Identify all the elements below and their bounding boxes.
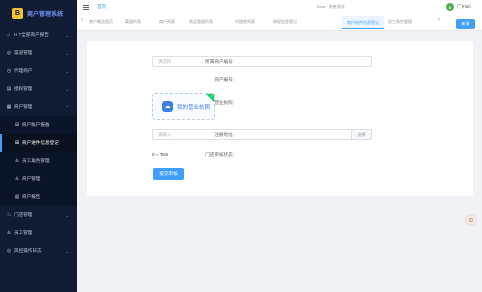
sidebar-item-icon: ♙ <box>14 158 20 164</box>
brand[interactable]: B 商户管理系统 <box>0 0 77 26</box>
sidebar-item[interactable]: ◎ 风控操作日志 ⌄ <box>0 242 77 260</box>
status-label: 门店审核状态: <box>205 152 234 157</box>
image-label: 营业执照: <box>214 100 234 105</box>
reg-append-button[interactable]: 选择 <box>351 130 371 139</box>
form-card: 所属商户编号: 请选择 ⌄ 商户编号: 营业执照: ☁ 我的营业执照 ✓ 注册地… <box>87 41 473 196</box>
sidebar-item[interactable]: ▦ 商户管理 ⌃ <box>0 98 77 116</box>
sidebar-item-label: 商户报告 <box>22 194 41 199</box>
sidebar-item-label: 商户账户报备 <box>22 122 50 127</box>
sidebar-item-label: 授权管理 <box>14 86 33 91</box>
sidebar-item-label: 代理商户 <box>14 68 33 73</box>
sidebar-item[interactable]: ♘ 门店管理 ⌄ <box>0 206 77 224</box>
submit-button[interactable]: 提交审核 <box>153 168 184 180</box>
sidebar-item-label: 员工管理 <box>14 230 33 235</box>
chevron-icon: ⌄ <box>65 50 69 56</box>
tags-action-button[interactable]: 新增 <box>456 19 475 29</box>
sidebar-item[interactable]: ⊞ 商户账户报备 <box>0 116 77 134</box>
merchant-placeholder: 请选择 <box>158 59 172 64</box>
sidebar-item[interactable]: ◷ 代理商户 ⌄ <box>0 62 77 80</box>
tab-tag[interactable]: 授权信息登记 <box>273 19 297 25</box>
sidebar-item-icon: ◷ <box>6 68 12 74</box>
tab-tag[interactable]: 商户列表 <box>159 19 175 25</box>
tab-tag[interactable]: 商户概览首页 <box>89 19 113 25</box>
tab-tag[interactable]: 商户进件信息登记 <box>342 16 384 29</box>
tab-tag[interactable]: 渠道列表 <box>125 19 141 25</box>
sidebar-item[interactable]: ♙ 员工管理 <box>0 224 77 242</box>
check-icon: ✓ <box>210 93 214 98</box>
sidebar-item-icon: ⊞ <box>14 140 20 146</box>
floating-avatar-icon[interactable]: ☺ <box>465 214 477 226</box>
merchant-select[interactable]: 请选择 ⌄ <box>152 56 372 67</box>
sidebar-item-icon: ♙ <box>14 176 20 182</box>
sidebar-item-icon: ♙ <box>6 230 12 236</box>
sidebar-item-icon: ♘ <box>6 212 12 218</box>
sidebar-item[interactable]: ⌂ H T全部商户报告 ⌄ <box>0 26 77 44</box>
reg-placeholder: 请输入 <box>158 132 172 137</box>
chevron-down-icon: ⌄ <box>363 59 367 64</box>
sidebar-item-icon: ◎ <box>6 50 12 56</box>
tab-tag[interactable]: 员工角色管理 <box>388 19 412 25</box>
upload-text: 我的营业执照 <box>177 104 211 111</box>
chevron-icon: ⌄ <box>65 68 69 74</box>
sidebar-item-label: 商户进件信息登记 <box>22 140 59 145</box>
top-header: 首页 Beta · 系统测试 B 广州ab <box>77 0 482 14</box>
sidebar-item-icon: ⌂ <box>7 32 11 38</box>
sidebar-item[interactable]: ♙ 商户管理 <box>0 170 77 188</box>
tags-scroll-left-icon[interactable]: ‹ <box>81 17 83 23</box>
chevron-icon: ⌄ <box>65 86 69 92</box>
header-center-text: Beta · 系统测试 <box>317 4 345 9</box>
user-name[interactable]: 广州ab <box>457 4 471 10</box>
sidebar-item[interactable]: ▤ 授权管理 ⌄ <box>0 80 77 98</box>
user-avatar[interactable]: B <box>446 3 454 11</box>
sidebar: B 商户管理系统 ⌂ H T全部商户报告 ⌄ ◎ 渠道管理 ⌄ ◷ 代理商户 ⌄ ▤ 授权管理 ⌄ ▦ 商… <box>0 0 77 292</box>
app-logo: B <box>12 7 23 19</box>
number-label: 商户编号: <box>214 77 234 82</box>
tags-scroll-right-icon[interactable]: › <box>438 17 440 23</box>
chevron-icon: ⌄ <box>65 212 69 218</box>
sidebar-item-label: 商户管理 <box>14 104 33 109</box>
sidebar-item[interactable]: ⊞ 商户进件信息登记 <box>0 134 77 152</box>
sidebar-item-label: 商户管理 <box>22 176 41 181</box>
sidebar-item-icon: ▥ <box>14 194 20 200</box>
sidebar-item[interactable]: ♙ 员工角色管理 <box>0 152 77 170</box>
sidebar-item-icon: ⊞ <box>14 122 20 128</box>
status-value: 0 = Tom <box>152 152 169 157</box>
sidebar-item-icon: ▤ <box>6 86 12 92</box>
reg-address-input[interactable]: 请输入 选择 <box>152 129 372 140</box>
tags-bar: ‹ 商户概览首页 渠道列表 商户列表 商品管理列表 代理商列表 授权信息登记 商户进件信息登… <box>77 14 482 31</box>
breadcrumb-home[interactable]: 首页 <box>97 4 106 10</box>
chevron-icon: ⌃ <box>65 104 69 110</box>
sidebar-menu: ⌂ H T全部商户报告 ⌄ ◎ 渠道管理 ⌄ ◷ 代理商户 ⌄ ▤ 授权管理 ⌄ ▦ 商户管理 ⌃ ⊞ 商户账户… <box>0 26 77 260</box>
sidebar-item-label: 门店管理 <box>14 212 33 217</box>
tab-tag[interactable]: 代理商列表 <box>235 19 255 25</box>
chevron-icon: ⌄ <box>65 248 69 254</box>
sidebar-item-icon: ◎ <box>6 248 12 254</box>
sidebar-item[interactable]: ◎ 渠道管理 ⌄ <box>0 44 77 62</box>
license-upload[interactable]: ☁ 我的营业执照 ✓ <box>152 93 215 120</box>
sidebar-item-label: 风控操作日志 <box>14 248 42 253</box>
hamburger-menu-icon[interactable] <box>83 4 89 10</box>
sidebar-item-label: H T全部商户报告 <box>14 32 49 37</box>
sidebar-item-label: 渠道管理 <box>14 50 33 55</box>
chevron-icon: ⌄ <box>65 32 69 38</box>
app-title: 商户管理系统 <box>27 11 64 18</box>
sidebar-item-icon: ▦ <box>6 104 12 110</box>
upload-icon: ☁ <box>162 101 173 112</box>
sidebar-item-label: 员工角色管理 <box>22 158 50 163</box>
tab-tag[interactable]: 商品管理列表 <box>189 19 213 25</box>
sidebar-item[interactable]: ▥ 商户报告 <box>0 188 77 206</box>
